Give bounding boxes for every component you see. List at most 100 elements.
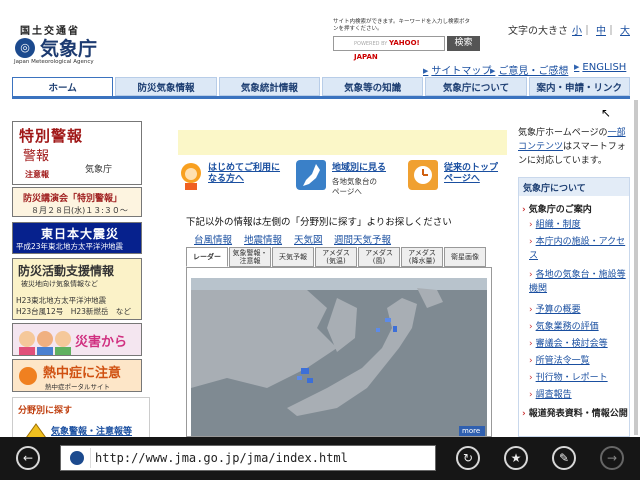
- font-large-link[interactable]: 大: [620, 26, 630, 37]
- banner-lecture[interactable]: 防災講演会「特別警報」 ８月２８日(水)１３:３０～: [12, 187, 142, 217]
- banner-lecture-date: ８月２８日(水)１３:３０～: [31, 206, 128, 215]
- banner-quake-title: 東日本大震災: [41, 227, 120, 241]
- jma-logo-icon[interactable]: ◎: [15, 38, 35, 58]
- weather-chart-link[interactable]: 天気図: [294, 232, 323, 246]
- sun-icon: [19, 367, 37, 385]
- banner-disaster-support[interactable]: 防災活動支援情報 被災地向け気象情報など H23東北地方太平洋沖地震 H23台風1…: [12, 258, 142, 320]
- notice-bar: [178, 130, 507, 155]
- facilities-link[interactable]: 本庁内の施設・アクセス: [529, 235, 629, 263]
- tab-warnings-label: 気象警報・ 注意報: [233, 249, 268, 265]
- banner-support-item1: H23東北地方太平洋沖地震: [16, 296, 107, 305]
- banner-jma-text: 気象庁: [85, 165, 113, 175]
- banner-heatstroke[interactable]: 熱中症に注意 熱中症ポータルサイト: [12, 359, 142, 392]
- search-button[interactable]: 検索: [447, 36, 480, 51]
- banner-kids[interactable]: 災害から: [12, 323, 142, 356]
- tab-amedas-temp[interactable]: アメダス (気温): [315, 247, 357, 267]
- councils-link[interactable]: 審議会・検討会等: [529, 337, 629, 351]
- tab-radar[interactable]: レーダー: [186, 247, 228, 267]
- banner-support-list: H23東北地方太平洋沖地震 H23台風12号 H23新燃岳 など: [16, 295, 131, 317]
- warnings-link[interactable]: 気象警報・注意報等: [51, 424, 132, 437]
- banner-advisory-text: 注意報: [25, 170, 49, 179]
- publications-link[interactable]: 刊行物・レポート: [529, 371, 629, 385]
- radar-map-frame[interactable]: more: [186, 267, 492, 437]
- favorites-star-icon[interactable]: ★: [504, 446, 528, 470]
- tab-amedas-wind[interactable]: アメダス (風): [358, 247, 400, 267]
- font-medium-link[interactable]: 中: [596, 26, 606, 37]
- font-size-label: 文字の大きさ: [508, 26, 568, 37]
- nav-guide-links[interactable]: 案内・申請・リンク: [528, 77, 630, 96]
- tab-satellite-label: 衛星画像: [451, 253, 479, 261]
- beginners-link-line1: はじめてご利用に: [208, 163, 281, 173]
- tab-forecast-label: 天気予報: [279, 253, 307, 261]
- budget-link[interactable]: 予算の概要: [529, 303, 629, 317]
- tab-amedas-wind-label: アメダス (風): [365, 249, 393, 265]
- clock-icon: [408, 160, 438, 190]
- regions-sub1: 各地気象台の: [332, 177, 377, 186]
- tab-amedas-temp-label: アメダス (気温): [322, 249, 350, 265]
- earthquake-link[interactable]: 地震情報: [244, 232, 282, 246]
- tools-wrench-icon[interactable]: ✎: [552, 446, 576, 470]
- quick-link-regions[interactable]: 地域別に見る 各地気象台の ページへ: [296, 160, 406, 200]
- feedback-link[interactable]: ご意見・ご感想: [490, 62, 568, 77]
- browse-by-category: 分野別に探す 気象警報・注意報等: [12, 397, 150, 441]
- tab-amedas-temp-l2: (気温): [326, 257, 346, 265]
- about-panel-title: 気象庁について: [519, 178, 629, 196]
- nav-knowledge[interactable]: 気象等の知識: [321, 77, 424, 96]
- site-logo-english: Japan Meteorological Agency: [14, 59, 94, 65]
- tab-amedas-precip[interactable]: アメダス (降水量): [401, 247, 443, 267]
- tab-amedas-precip-l2: (降水量): [408, 257, 436, 265]
- site-logo[interactable]: 気象庁: [40, 34, 97, 61]
- map-more-link[interactable]: more: [462, 427, 480, 435]
- forward-icon[interactable]: →: [600, 446, 624, 470]
- press-section-heading[interactable]: 報道発表資料・情報公開: [522, 407, 630, 421]
- nav-statistics[interactable]: 気象統計情報: [218, 77, 320, 96]
- nav-about[interactable]: 気象庁について: [425, 77, 527, 96]
- tab-amedas-precip-l1: アメダス: [408, 249, 436, 257]
- browse-heading: 分野別に探す: [18, 406, 73, 416]
- tab-amedas-temp-l1: アメダス: [322, 249, 350, 257]
- search-input[interactable]: POWERED BY YAHOO! JAPAN: [333, 36, 445, 61]
- regions-link[interactable]: 地域別に見る: [332, 163, 386, 174]
- classic-top-line1: 従来のトップ: [444, 163, 499, 173]
- classic-top-link[interactable]: 従来のトップ ページへ: [444, 163, 498, 185]
- tab-forecast[interactable]: 天気予報: [272, 247, 314, 267]
- banner-support-title: 防災活動支援情報: [18, 264, 115, 278]
- regions-sub2: ページへ: [332, 187, 362, 196]
- sitemap-link[interactable]: サイトマップ: [423, 62, 491, 77]
- about-panel: 気象庁について 気象庁のご案内 組織・制度 本庁内の施設・アクセス 各地の気象台…: [518, 177, 630, 437]
- english-link[interactable]: ENGLISH: [574, 62, 626, 73]
- banner-great-east-japan-earthquake[interactable]: 東日本大震災 平成23年東北地方太平洋沖地震: [12, 222, 142, 254]
- typhoon-link[interactable]: 台風情報: [194, 232, 232, 246]
- banner-lecture-title: 防災講演会「特別警報」: [23, 194, 123, 204]
- refresh-icon[interactable]: ↻: [456, 446, 480, 470]
- classic-top-line2: ページへ: [444, 174, 480, 184]
- nav-home[interactable]: ホーム: [12, 77, 114, 96]
- back-icon[interactable]: ←: [16, 446, 40, 470]
- intro-text: 下記以外の情報は左側の「分野別に探す」よりお探しください: [186, 217, 452, 228]
- guide-section-heading[interactable]: 気象庁のご案内: [522, 202, 592, 215]
- tab-satellite[interactable]: 衛星画像: [444, 247, 486, 267]
- tab-warnings[interactable]: 気象警報・ 注意報: [229, 247, 271, 267]
- weekly-forecast-link[interactable]: 週間天気予報: [334, 232, 391, 246]
- laws-link[interactable]: 所管法令一覧: [529, 354, 629, 368]
- local-offices-link[interactable]: 各地の気象台・施設等機関: [529, 268, 629, 296]
- banner-special-warning-title: 特別警報: [19, 127, 84, 145]
- beginners-link[interactable]: はじめてご利用に なる方へ: [208, 163, 280, 185]
- quick-link-beginners[interactable]: はじめてご利用に なる方へ: [178, 160, 288, 200]
- browser-address-bar: ← http://www.jma.go.jp/jma/index.html ↻ …: [0, 437, 640, 480]
- vertical-scrollbar[interactable]: [634, 100, 638, 435]
- tab-amedas-wind-l2: (風): [372, 257, 386, 265]
- search-powered: POWERED BY: [354, 41, 388, 47]
- url-text: http://www.jma.go.jp/jma/index.html: [95, 451, 348, 465]
- nav-disaster-info[interactable]: 防災気象情報: [115, 77, 217, 96]
- org-link[interactable]: 組織・制度: [529, 218, 629, 232]
- quick-link-classic-top[interactable]: 従来のトップ ページへ: [408, 160, 508, 200]
- banner-special-warning[interactable]: 特別警報 警報 注意報 気象庁: [12, 121, 142, 185]
- font-small-link[interactable]: 小: [572, 26, 582, 37]
- url-field[interactable]: http://www.jma.go.jp/jma/index.html: [60, 445, 436, 471]
- mouse-cursor-icon: ↖: [601, 106, 612, 120]
- evaluation-link[interactable]: 気象業務の評価: [529, 320, 629, 334]
- reports-link[interactable]: 調査報告: [529, 388, 629, 402]
- banner-heat-title: 熱中症に注意: [43, 366, 122, 381]
- search-help-text: サイト内検索ができます。キーワードを入力し検索ボタンを押すください。: [333, 19, 470, 32]
